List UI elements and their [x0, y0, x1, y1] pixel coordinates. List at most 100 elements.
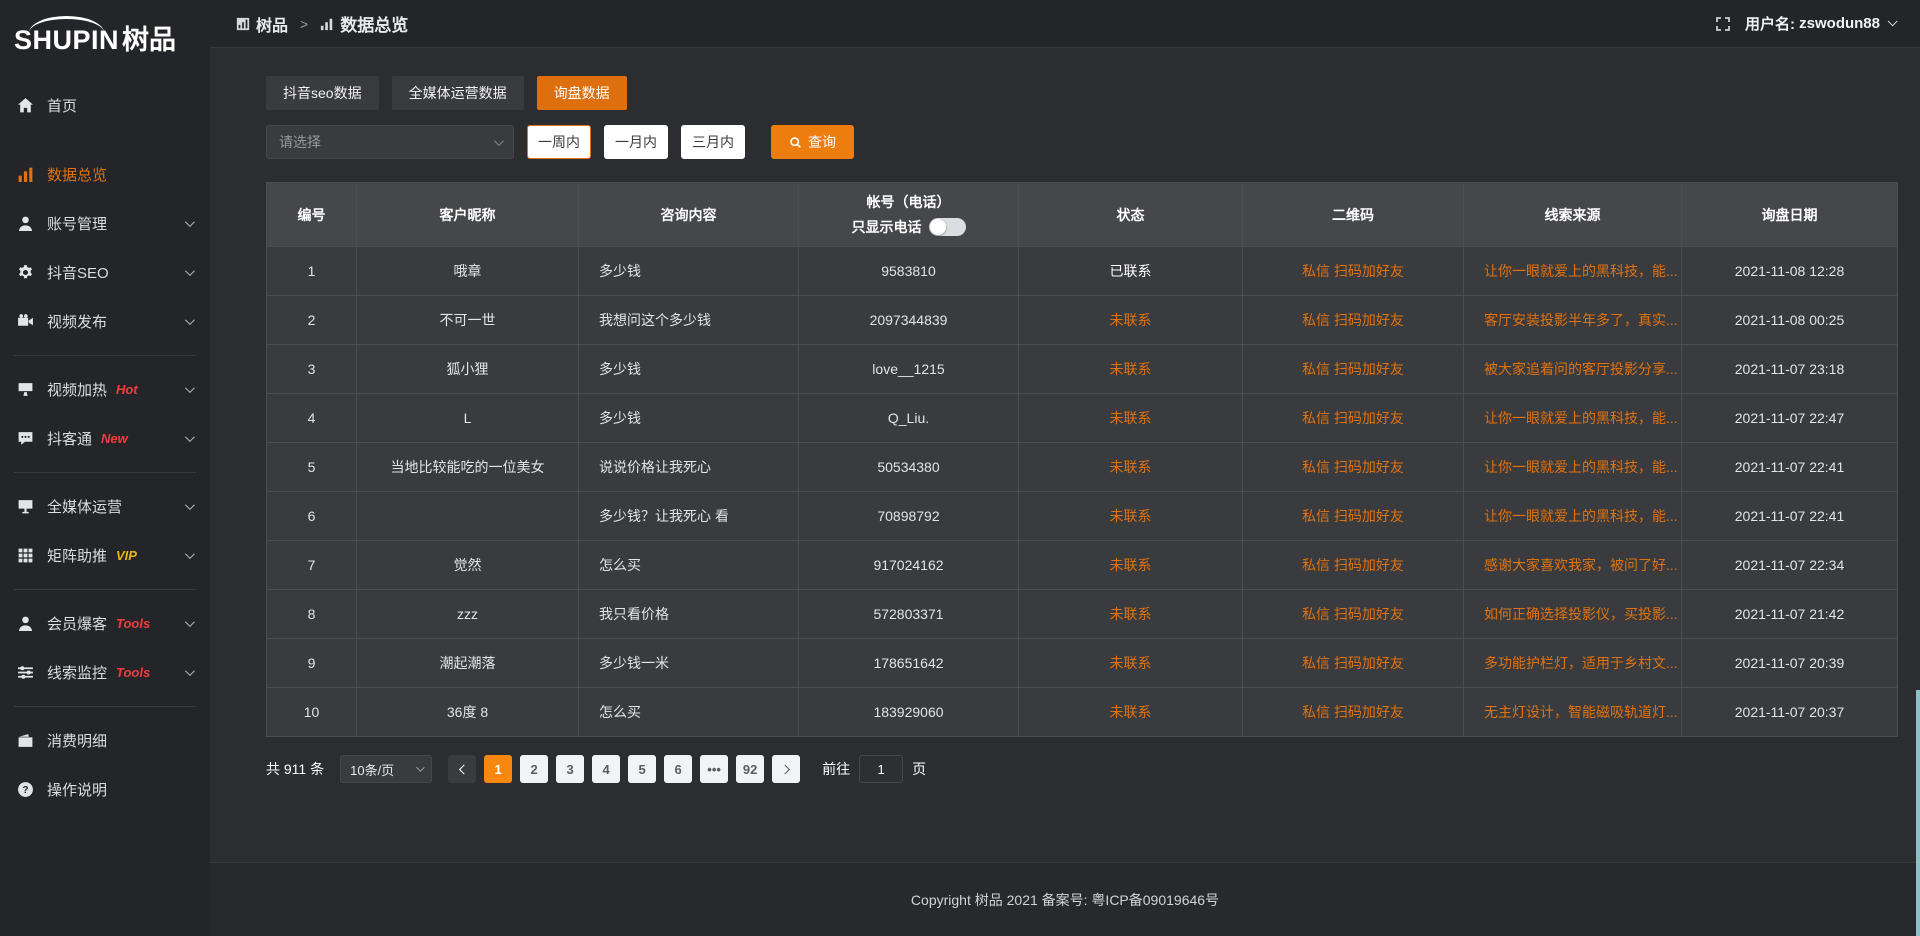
cell-source-link[interactable]: 让你一眼就爱上的黑科技，能... [1464, 443, 1682, 492]
inquiry-table: 编号客户昵称咨询内容帐号（电话）只显示电话状态二维码线索来源询盘日期 1哦章多少… [266, 182, 1898, 737]
cell-qr-link[interactable]: 私信 扫码加好友 [1243, 394, 1464, 443]
inquiry-table-wrap: 编号客户昵称咨询内容帐号（电话）只显示电话状态二维码线索来源询盘日期 1哦章多少… [266, 182, 1900, 737]
user-menu[interactable]: 用户名: zswodun88 [1745, 13, 1894, 34]
cell-account: 70898792 [799, 492, 1019, 541]
cell-no: 4 [267, 394, 357, 443]
cell-date: 2021-11-07 20:37 [1682, 688, 1898, 737]
range-button-three-month[interactable]: 三月内 [681, 125, 745, 159]
cell-source-link[interactable]: 让你一眼就爱上的黑科技，能... [1464, 247, 1682, 296]
page-button-2[interactable]: 2 [520, 755, 548, 783]
breadcrumb-root[interactable]: 树品 [256, 12, 288, 36]
phone-only-label: 只显示电话 [852, 217, 922, 237]
cell-source-link[interactable]: 多功能护栏灯，适用于乡村文... [1464, 639, 1682, 688]
column-header-label: 帐号（电话） [799, 192, 1018, 212]
range-button-one-week[interactable]: 一周内 [527, 125, 591, 159]
cell-nickname: 狐小狸 [357, 345, 579, 394]
tab-inquiry-data[interactable]: 询盘数据 [537, 76, 627, 110]
page-size-select[interactable]: 10条/页 [340, 755, 432, 783]
cell-source-link[interactable]: 让你一眼就爱上的黑科技，能... [1464, 394, 1682, 443]
sidebar-item-clue-monitor[interactable]: 线索监控Tools [0, 648, 210, 697]
cell-source-link[interactable]: 被大家追着问的客厅投影分享... [1464, 345, 1682, 394]
page-button-3[interactable]: 3 [556, 755, 584, 783]
page-ellipsis-button[interactable]: ••• [700, 755, 728, 783]
column-header-0: 编号 [267, 183, 357, 247]
cell-content: 多少钱 [579, 345, 799, 394]
cell-source-link[interactable]: 客厅安装投影半年多了，真实... [1464, 296, 1682, 345]
sidebar-item-label: 矩阵助推 [47, 545, 107, 566]
cell-no: 7 [267, 541, 357, 590]
page-button-4[interactable]: 4 [592, 755, 620, 783]
sliders-icon [16, 664, 34, 682]
cell-qr-link[interactable]: 私信 扫码加好友 [1243, 688, 1464, 737]
table-row: 3狐小狸多少钱love__1215未联系私信 扫码加好友被大家追着问的客厅投影分… [267, 345, 1898, 394]
cell-content: 多少钱 [579, 394, 799, 443]
cell-qr-link[interactable]: 私信 扫码加好友 [1243, 345, 1464, 394]
sidebar-item-operation-help[interactable]: ?操作说明 [0, 765, 210, 814]
cell-qr-link[interactable]: 私信 扫码加好友 [1243, 247, 1464, 296]
cell-qr-link[interactable]: 私信 扫码加好友 [1243, 443, 1464, 492]
cell-nickname: 不可一世 [357, 296, 579, 345]
topbar: 树品 > 数据总览 用户名: zswodun88 [210, 0, 1920, 48]
cell-date: 2021-11-07 21:42 [1682, 590, 1898, 639]
cell-qr-link[interactable]: 私信 扫码加好友 [1243, 639, 1464, 688]
fullscreen-icon[interactable] [1715, 16, 1731, 32]
sidebar-item-consume-detail[interactable]: 消费明细 [0, 716, 210, 765]
cell-content: 我想问这个多少钱 [579, 296, 799, 345]
cell-content: 多少钱？让我死心 看 [579, 492, 799, 541]
sidebar-item-media-operation[interactable]: 全媒体运营 [0, 482, 210, 531]
cell-source-link[interactable]: 让你一眼就爱上的黑科技，能... [1464, 492, 1682, 541]
sidebar-item-doukotong[interactable]: 抖客通New [0, 414, 210, 463]
phone-only-toggle[interactable] [929, 218, 966, 236]
cell-source-link[interactable]: 如何正确选择投影仪，买投影... [1464, 590, 1682, 639]
sidebar-item-data-overview[interactable]: 数据总览 [0, 150, 210, 199]
goto-page-input[interactable] [859, 755, 903, 783]
footer: Copyright 树品 2021 备案号: 粤ICP备09019646号 [210, 862, 1920, 936]
range-button-one-month[interactable]: 一月内 [604, 125, 668, 159]
breadcrumb: 树品 > 数据总览 [236, 11, 408, 36]
cell-qr-link[interactable]: 私信 扫码加好友 [1243, 541, 1464, 590]
wallet-icon [16, 732, 34, 750]
cell-source-link[interactable]: 感谢大家喜欢我家，被问了好... [1464, 541, 1682, 590]
page-button-92[interactable]: 92 [736, 755, 764, 783]
sidebar-item-label: 线索监控 [47, 662, 107, 683]
table-row: 4L多少钱Q_Liu.未联系私信 扫码加好友让你一眼就爱上的黑科技，能...20… [267, 394, 1898, 443]
scrollbar-thumb[interactable] [1916, 690, 1920, 936]
sidebar-item-member-baoke[interactable]: 会员爆客Tools [0, 599, 210, 648]
cell-source-link[interactable]: 无主灯设计，智能磁吸轨道灯... [1464, 688, 1682, 737]
sidebar-item-home[interactable]: 首页 [0, 81, 210, 130]
query-button[interactable]: 查询 [771, 125, 854, 159]
sidebar-item-douyin-seo[interactable]: 抖音SEO [0, 248, 210, 297]
data-tabs: 抖音seo数据全媒体运营数据询盘数据 [266, 76, 1900, 110]
pagination: 共 911 条 10条/页 123456•••92 前往 页 [266, 755, 1900, 783]
page-button-5[interactable]: 5 [628, 755, 656, 783]
cell-status: 未联系 [1019, 443, 1243, 492]
cell-qr-link[interactable]: 私信 扫码加好友 [1243, 296, 1464, 345]
next-page-button[interactable] [772, 755, 800, 783]
tab-media-operation-data[interactable]: 全媒体运营数据 [392, 76, 524, 110]
sidebar-item-account-manage[interactable]: 账号管理 [0, 199, 210, 248]
cell-account: 2097344839 [799, 296, 1019, 345]
tab-douyin-seo-data[interactable]: 抖音seo数据 [266, 76, 379, 110]
table-body: 1哦章多少钱9583810已联系私信 扫码加好友让你一眼就爱上的黑科技，能...… [267, 247, 1898, 737]
gear-icon [16, 264, 34, 282]
page-button-6[interactable]: 6 [664, 755, 692, 783]
video-icon [16, 313, 34, 331]
cell-qr-link[interactable]: 私信 扫码加好友 [1243, 590, 1464, 639]
cell-nickname: 哦章 [357, 247, 579, 296]
cell-qr-link[interactable]: 私信 扫码加好友 [1243, 492, 1464, 541]
sidebar-item-video-publish[interactable]: 视频发布 [0, 297, 210, 346]
badge-vip: VIP [116, 548, 137, 563]
sidebar-item-matrix-boost[interactable]: 矩阵助推 VIP [0, 531, 210, 580]
breadcrumb-separator: > [300, 16, 308, 32]
sidebar-item-video-heat[interactable]: 视频加热Hot [0, 365, 210, 414]
account-select[interactable]: 请选择 [266, 125, 514, 159]
page-button-1[interactable]: 1 [484, 755, 512, 783]
prev-page-button[interactable] [448, 755, 476, 783]
cell-account: Q_Liu. [799, 394, 1019, 443]
cell-nickname: zzz [357, 590, 579, 639]
cell-nickname: 36度 8 [357, 688, 579, 737]
cell-account: 183929060 [799, 688, 1019, 737]
sidebar: SHUPIN 树品 首页数据总览账号管理抖音SEO视频发布视频加热Hot抖客通N… [0, 0, 210, 936]
sidebar-divider [14, 706, 196, 707]
chevron-down-icon [185, 500, 195, 510]
